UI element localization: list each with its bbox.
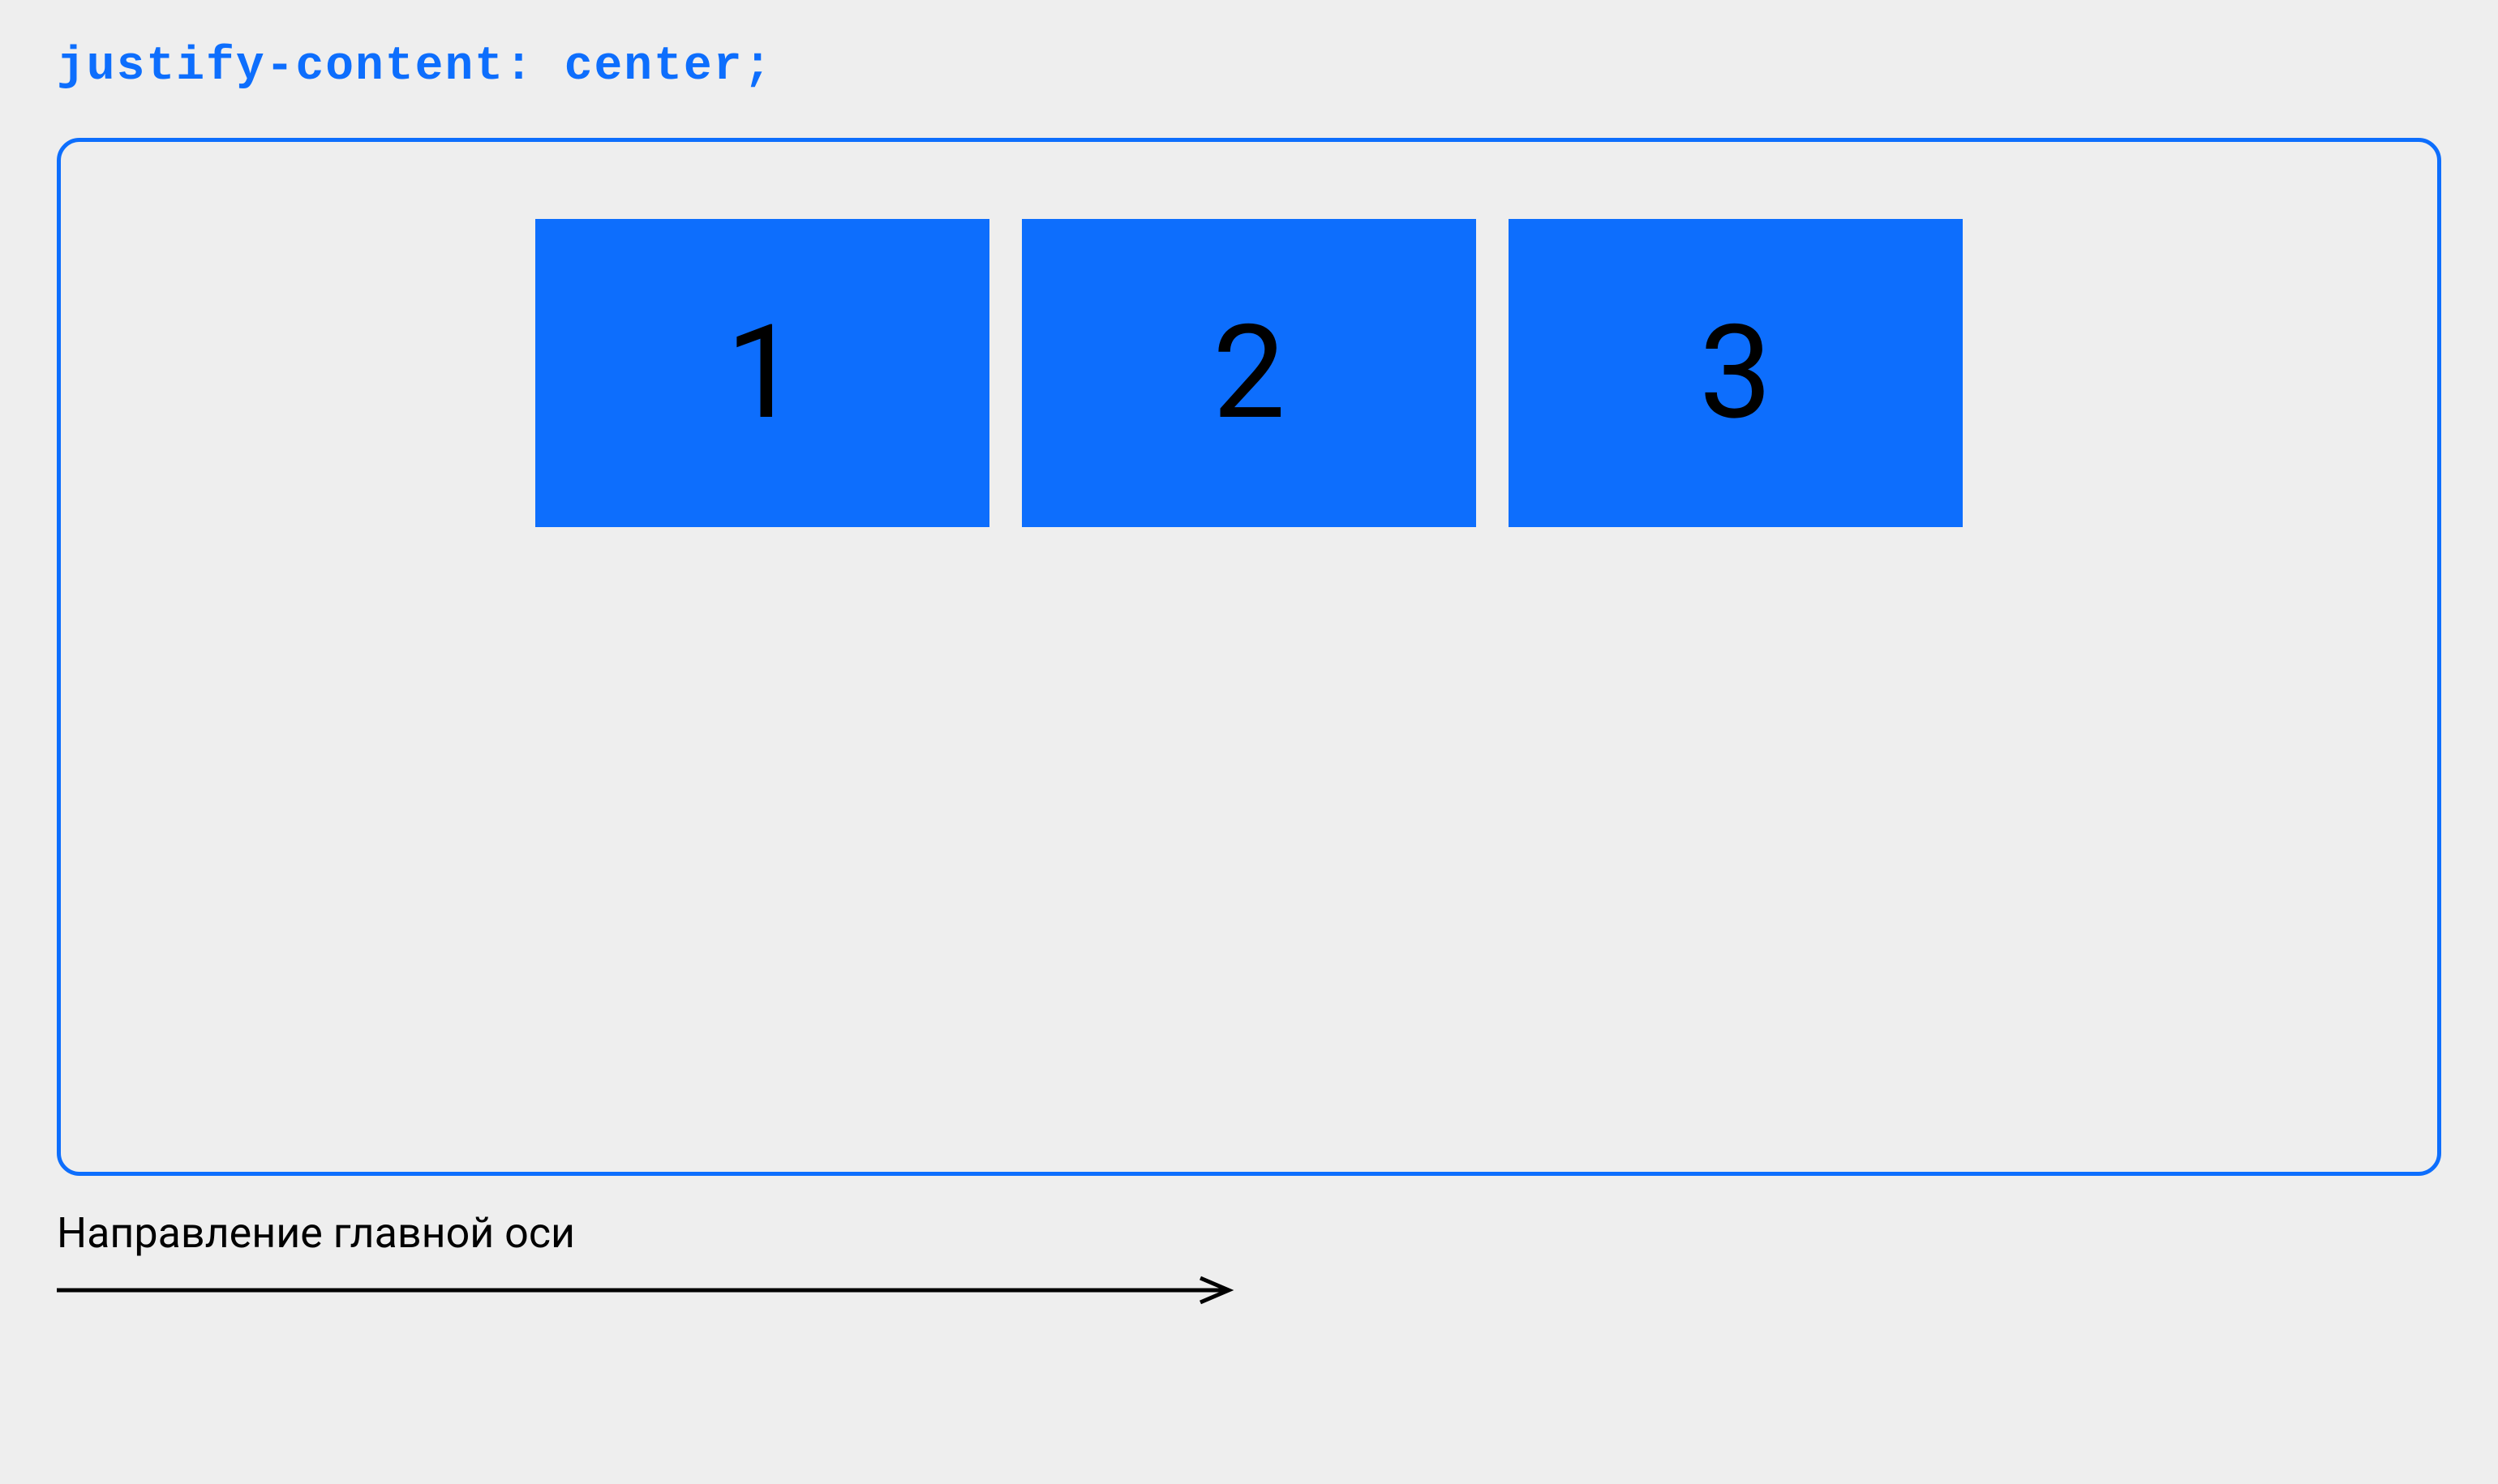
code-heading: justify-content: center; [57,41,2441,93]
axis-label: Направление главной оси [57,1208,2441,1258]
axis-section: Направление главной оси [57,1208,2441,1310]
flex-item: 3 [1509,219,1963,527]
flex-item: 2 [1022,219,1476,527]
flex-container-demo: 1 2 3 [57,138,2441,1176]
flex-item: 1 [535,219,989,527]
arrow-right-icon [57,1274,1241,1306]
